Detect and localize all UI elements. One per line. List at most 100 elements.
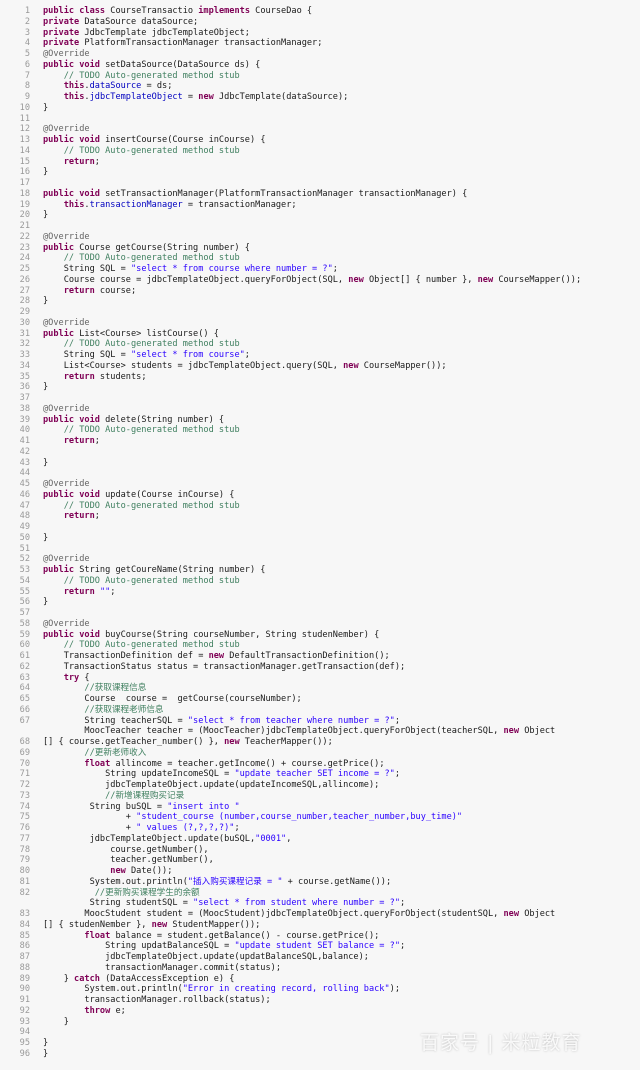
- line-number: 77: [19, 833, 30, 844]
- line-number: 40: [19, 425, 30, 436]
- line-number: 9: [24, 92, 30, 102]
- code-text: }: [43, 532, 49, 543]
- code-text: TransactionStatus status = transactionMa…: [43, 661, 406, 672]
- code-line: 88 transactionManager.commit(status);: [0, 963, 640, 974]
- line-number: 44: [19, 468, 30, 479]
- code-line: 81 System.out.println("插入购买课程记录 = " + co…: [0, 877, 640, 888]
- code-line: 27 return course;: [0, 286, 640, 297]
- code-line: 6 public void setDataSource(DataSource ds…: [0, 60, 640, 71]
- code-text: transactionManager.rollback(status);: [43, 995, 271, 1005]
- line-number: 15: [19, 156, 30, 167]
- line-number: 52: [19, 554, 30, 565]
- code-line: 28}: [0, 296, 640, 307]
- line-number: 55: [19, 586, 30, 597]
- code-text: //获取课程信息: [84, 683, 147, 694]
- line-number: 5: [24, 49, 30, 59]
- line-number: 22: [19, 231, 30, 242]
- line-number: 80: [19, 866, 30, 876]
- code-line: 75 + "student_course (number,course_numb…: [0, 812, 640, 823]
- code-line: 80 new Date());: [0, 866, 640, 877]
- code-line: 38 @Override: [0, 404, 640, 415]
- code-text: throw e;: [84, 1005, 126, 1016]
- code-line: 42: [0, 447, 640, 458]
- code-text: @Override: [43, 49, 90, 59]
- line-number: 24: [19, 253, 30, 264]
- code-line: 84 [] { studenNember }, new StudentMapper…: [0, 920, 640, 931]
- code-text: transactionManager.commit(status);: [43, 962, 281, 973]
- line-number: 8: [24, 81, 30, 92]
- code-text: System.out.println("插入购买课程记录 = " + cours…: [43, 876, 392, 887]
- code-text: return students;: [63, 371, 147, 382]
- line-number: 50: [19, 532, 30, 543]
- line-number: 2: [24, 16, 30, 27]
- line-number: 96: [19, 1048, 30, 1059]
- code-editor[interactable]: 1 public class CourseTransactio implement…: [0, 6, 640, 1070]
- code-text: // TODO Auto-generated method stub: [63, 253, 240, 264]
- line-number: 41: [19, 436, 30, 446]
- line-number: 20: [19, 210, 30, 221]
- line-number: 84: [19, 919, 30, 930]
- line-number: 34: [19, 360, 30, 371]
- line-number: 13: [19, 135, 30, 145]
- line-number: 66: [19, 704, 30, 715]
- code-text: }: [43, 102, 49, 113]
- code-line: 44: [0, 468, 640, 479]
- code-line: 67 String teacherSQL = "select * from te…: [0, 716, 640, 727]
- line-number: 88: [19, 962, 30, 973]
- code-text: Course course = getCourse(courseNumber);: [43, 694, 302, 704]
- code-line: 57: [0, 608, 640, 619]
- code-line: 18 public void setTransactionManager(Plat…: [0, 189, 640, 200]
- code-line: MoocTeacher teacher = (MoocTeacher)jdbcT…: [0, 726, 640, 737]
- code-line: 16}: [0, 167, 640, 178]
- line-number: 81: [19, 876, 30, 887]
- code-text: @Override: [43, 554, 90, 565]
- line-number: 68: [19, 737, 30, 747]
- code-text: public void buyCourse(String courseNumbe…: [43, 629, 380, 640]
- code-text: private JdbcTemplate jdbcTemplateObject;: [43, 27, 250, 38]
- code-text: }: [43, 167, 49, 178]
- line-number: 69: [19, 747, 30, 758]
- line-number: 7: [24, 70, 30, 81]
- code-text: course.getNumber(),: [43, 844, 209, 855]
- code-line: 76 + " values (?,?,?,?)";: [0, 823, 640, 834]
- code-line: 10}: [0, 103, 640, 114]
- line-number: 53: [19, 565, 30, 575]
- code-line: 73 //新增课程购买记录: [0, 791, 640, 802]
- code-line: 37: [0, 393, 640, 404]
- line-number: 16: [19, 167, 30, 178]
- line-number: 64: [19, 683, 30, 694]
- code-text: List<Course> students = jdbcTemplateObje…: [43, 360, 447, 371]
- code-text: String updatBalanceSQL = "update student…: [43, 941, 406, 952]
- line-number: 35: [19, 371, 30, 382]
- code-line: 64 //获取课程信息: [0, 683, 640, 694]
- code-line: 36}: [0, 382, 640, 393]
- code-line: 65 Course course = getCourse(courseNumbe…: [0, 694, 640, 705]
- code-text: //获取课程老师信息: [84, 704, 164, 715]
- code-text: // TODO Auto-generated method stub: [63, 575, 240, 586]
- code-text: + "student_course (number,course_number,…: [43, 812, 463, 823]
- line-number: 92: [19, 1005, 30, 1016]
- code-line: 92 throw e;: [0, 1006, 640, 1017]
- line-number: 25: [19, 264, 30, 274]
- line-number: 3: [24, 27, 30, 38]
- code-text: @Override: [43, 317, 90, 328]
- code-text: this.transactionManager = transactionMan…: [63, 199, 297, 210]
- code-text: public List<Course> listCourse() {: [43, 328, 219, 339]
- code-line: 56}: [0, 597, 640, 608]
- code-line: 85 float balance = student.getBalance() …: [0, 931, 640, 942]
- line-number: 67: [19, 715, 30, 726]
- line-number: 72: [19, 780, 30, 790]
- code-line: 50}: [0, 533, 640, 544]
- code-text: String teacherSQL = "select * from teach…: [43, 715, 401, 726]
- line-number: 43: [19, 457, 30, 468]
- code-text: [] { course.getTeacher_number() }, new T…: [43, 737, 333, 747]
- code-text: //更新老师收入: [84, 747, 147, 758]
- code-line: 55 return "";: [0, 587, 640, 598]
- line-number: 17: [19, 178, 30, 188]
- code-line: 61 TransactionDefinition def = new Defau…: [0, 651, 640, 662]
- line-number: 87: [19, 952, 30, 962]
- code-text: @Override: [43, 618, 90, 629]
- code-line: 29: [0, 307, 640, 318]
- code-line: 40 // TODO Auto-generated method stub: [0, 425, 640, 436]
- line-number: 58: [19, 618, 30, 629]
